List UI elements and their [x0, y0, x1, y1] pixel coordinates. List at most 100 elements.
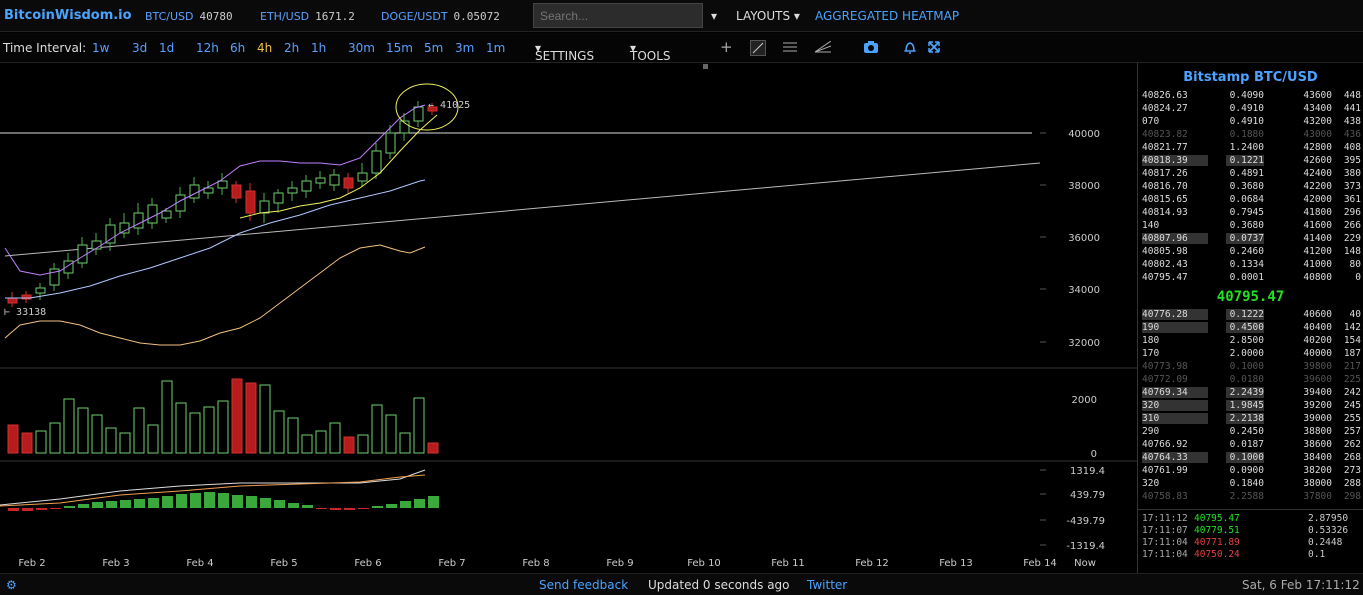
hlines-icon[interactable]: [783, 41, 797, 56]
macd-bar: [50, 508, 61, 509]
macd-axis-label: -439.79: [1066, 516, 1105, 527]
volume-bar: [147, 424, 159, 454]
orderbook-row[interactable]: 40814.93 0.7945 41800 296: [1138, 207, 1363, 220]
trend-line: [4, 162, 1041, 257]
brand-logo[interactable]: BitcoinWisdom.io: [4, 8, 132, 23]
orderbook-row[interactable]: 40821.77 1.2400 42800 408: [1138, 142, 1363, 155]
interval-3d[interactable]: 3d: [132, 41, 147, 55]
ticker-eth[interactable]: ETH/USD 1671.2: [260, 10, 355, 23]
orderbook-row[interactable]: 320 0.1840 38000 288: [1138, 478, 1363, 491]
candle-body: [371, 150, 382, 174]
settings-menu[interactable]: SETTINGS ▾: [535, 41, 594, 63]
send-feedback-link[interactable]: Send feedback: [539, 578, 628, 592]
interval-30m[interactable]: 30m: [348, 41, 375, 55]
orderbook-row[interactable]: 070 0.4910 43200 438: [1138, 116, 1363, 129]
layouts-menu[interactable]: LAYOUTS ▾: [736, 9, 800, 23]
ticker-doge[interactable]: DOGE/USDT 0.05072: [381, 10, 500, 23]
interval-6h[interactable]: 6h: [230, 41, 245, 55]
orderbook-row[interactable]: 140 0.3680 41600 266: [1138, 220, 1363, 233]
macd-bar: [344, 508, 355, 510]
volume-bar: [343, 436, 355, 454]
line-tool-icon[interactable]: [750, 40, 766, 59]
orderbook-row[interactable]: 40769.34 2.2439 39400 242: [1138, 387, 1363, 400]
crosshair-icon[interactable]: +: [720, 38, 733, 56]
orderbook-row[interactable]: 40802.43 0.1334 41000 80: [1138, 259, 1363, 272]
orderbook-row[interactable]: 40824.27 0.4910 43400 441: [1138, 103, 1363, 116]
interval-1w[interactable]: 1w: [92, 41, 109, 55]
orderbook-row[interactable]: 40826.63 0.4090 43600 448: [1138, 90, 1363, 103]
macd-bar: [414, 499, 425, 508]
orderbook-row[interactable]: 320 1.9845 39200 245: [1138, 400, 1363, 413]
search-input[interactable]: [533, 3, 703, 28]
interval-1d[interactable]: 1d: [159, 41, 174, 55]
interval-1m[interactable]: 1m: [486, 41, 505, 55]
macd-axis-label: -1319.4: [1066, 541, 1105, 552]
clock: Sat, 6 Feb 17:11:12: [1242, 578, 1360, 592]
macd-bar: [358, 508, 369, 509]
date-axis-label: Feb 12: [855, 558, 889, 569]
orderbook-row[interactable]: 40766.92 0.0187 38600 262: [1138, 439, 1363, 452]
volume-bar: [63, 398, 75, 454]
orderbook-row[interactable]: 40795.47 0.0001 40800 0: [1138, 272, 1363, 285]
volume-bar: [287, 417, 299, 454]
orderbook-row[interactable]: 40815.65 0.0684 42000 361: [1138, 194, 1363, 207]
orderbook-row[interactable]: 40823.82 0.1880 43000 436: [1138, 129, 1363, 142]
fullscreen-icon[interactable]: [928, 41, 940, 56]
macd-bar: [260, 498, 271, 508]
interval-15m[interactable]: 15m: [386, 41, 413, 55]
last-price: 40795.47: [1216, 289, 1285, 305]
orderbook-row[interactable]: 40764.33 0.1000 38400 268: [1138, 452, 1363, 465]
orderbook-row[interactable]: 40761.99 0.0900 38200 273: [1138, 465, 1363, 478]
macd-bar: [64, 506, 75, 508]
chart-canvas[interactable]: ← 41025 ⊢ 33138 40000 38000 36000 34000 3200…: [0, 63, 1137, 573]
aggregated-heatmap-link[interactable]: AGGREGATED HEATMAP: [815, 9, 959, 23]
orderbook-row[interactable]: 40773.98 0.1000 39800 217: [1138, 361, 1363, 374]
interval-1h[interactable]: 1h: [311, 41, 326, 55]
price-axis-label: 34000: [1068, 285, 1100, 296]
volume-bar: [301, 434, 313, 454]
volume-bar: [399, 432, 411, 454]
interval-12h[interactable]: 12h: [196, 41, 219, 55]
gear-icon[interactable]: ⚙: [6, 578, 17, 592]
search-dropdown-icon[interactable]: ▾: [711, 9, 717, 23]
volume-bar: [427, 442, 439, 454]
volume-bar: [273, 410, 285, 454]
orderbook-row[interactable]: 40817.26 0.4891 42400 380: [1138, 168, 1363, 181]
orderbook-row[interactable]: 190 0.4500 40400 142: [1138, 322, 1363, 335]
orderbook-row[interactable]: 40818.39 0.1221 42600 395: [1138, 155, 1363, 168]
camera-icon[interactable]: [864, 41, 878, 56]
twitter-link[interactable]: Twitter: [807, 578, 847, 592]
orderbook-row[interactable]: 40805.98 0.2460 41200 148: [1138, 246, 1363, 259]
bell-icon[interactable]: [904, 41, 916, 57]
volume-bar: [357, 434, 369, 454]
volume-bar: [329, 422, 341, 454]
date-axis-label: Feb 4: [186, 558, 213, 569]
orderbook-row[interactable]: 170 2.0000 40000 187: [1138, 348, 1363, 361]
macd-axis-label: 439.79: [1070, 490, 1105, 501]
orderbook-row[interactable]: 40807.96 0.0737 41400 229: [1138, 233, 1363, 246]
date-axis-label: Feb 8: [522, 558, 549, 569]
ticker-btc[interactable]: BTC/USD 40780: [145, 10, 233, 23]
tools-menu[interactable]: TOOLS ▾: [630, 41, 671, 63]
candle-body: [259, 200, 270, 214]
price-chart[interactable]: ← 41025 ⊢ 33138 40000 38000 36000 34000 3200…: [0, 63, 1137, 573]
orderbook-row[interactable]: 40816.70 0.3680 42200 373: [1138, 181, 1363, 194]
orderbook-row[interactable]: 310 2.2138 39000 255: [1138, 413, 1363, 426]
interval-2h[interactable]: 2h: [284, 41, 299, 55]
orderbook-row[interactable]: 180 2.8500 40200 154: [1138, 335, 1363, 348]
interval-4h[interactable]: 4h: [257, 41, 272, 55]
candle-body: [119, 222, 130, 234]
orderbook-row[interactable]: 290 0.2450 38800 257: [1138, 426, 1363, 439]
date-axis-label: Feb 2: [18, 558, 45, 569]
macd-bar: [316, 508, 327, 509]
orderbook-row[interactable]: 40776.28 0.1222 40600 40: [1138, 309, 1363, 322]
orderbook-row[interactable]: 40758.83 2.2588 37800 298: [1138, 491, 1363, 504]
chart-drag-handle[interactable]: [703, 64, 708, 69]
fan-tool-icon[interactable]: [814, 40, 832, 56]
orderbook-panel: Bitstamp BTC/USD 40826.63 0.4090 43600 4…: [1137, 63, 1363, 573]
macd-bar: [372, 506, 383, 508]
interval-3m[interactable]: 3m: [455, 41, 474, 55]
volume-bar: [105, 427, 117, 454]
orderbook-row[interactable]: 40772.09 0.0180 39600 225: [1138, 374, 1363, 387]
interval-5m[interactable]: 5m: [424, 41, 443, 55]
